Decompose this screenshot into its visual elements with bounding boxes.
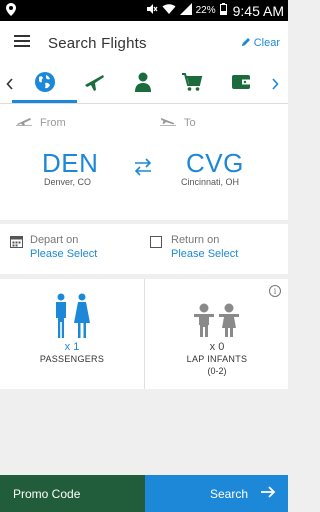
clear-label: Clear [253, 37, 280, 49]
adult-passengers-selector[interactable]: x 1 PASSENGERS [0, 279, 144, 389]
signal-icon [179, 3, 192, 18]
promo-code-button[interactable]: Promo Code [0, 475, 145, 512]
chevron-right-icon [271, 74, 279, 95]
location-icon [6, 2, 16, 19]
swap-arrows-icon [132, 158, 154, 181]
wallet-icon [231, 73, 251, 96]
calendar-icon [10, 235, 23, 260]
page-title: Search Flights [48, 34, 147, 52]
return-date-field[interactable]: Return on Please Select [150, 234, 238, 260]
landing-icon [160, 116, 176, 129]
tab-flights[interactable] [69, 65, 118, 103]
status-bar: 22% 9:45 AM [0, 0, 288, 21]
tab-cart[interactable] [167, 65, 216, 103]
route-card: From To DEN Denver, CO CVG Cincinnati, O… [0, 104, 288, 220]
battery-icon [219, 3, 227, 18]
clock: 9:45 AM [232, 2, 284, 19]
origin-code[interactable]: DEN [42, 148, 98, 179]
takeoff-icon [16, 116, 32, 129]
category-tabs [0, 65, 288, 103]
airplane-icon [83, 72, 105, 97]
promo-code-label: Promo Code [13, 486, 81, 501]
dates-card: Depart on Please Select Return on Please… [0, 224, 288, 274]
clear-button[interactable]: Clear [241, 37, 280, 50]
cart-icon [181, 72, 203, 97]
adult-label: PASSENGERS [39, 354, 105, 364]
infant-label: LAP INFANTS [186, 354, 248, 364]
tab-profile[interactable] [118, 65, 167, 103]
arrow-right-icon [260, 485, 276, 502]
tab-globe[interactable] [12, 65, 77, 103]
person-icon [134, 72, 152, 97]
to-label-group: To [160, 116, 196, 129]
app-bar: Search Flights Clear [0, 21, 288, 65]
search-label: Search [209, 486, 248, 501]
menu-button[interactable] [0, 21, 44, 65]
depart-value: Please Select [30, 248, 98, 260]
from-label: From [40, 116, 66, 129]
mute-icon [146, 3, 158, 18]
destination-code[interactable]: CVG [186, 148, 244, 179]
lap-infants-selector[interactable]: i x 0 LAP INFANTS (0-2) [145, 279, 289, 389]
origin-city: Denver, CO [44, 177, 92, 187]
to-label: To [184, 116, 196, 129]
destination-city: Cincinnati, OH [181, 177, 240, 187]
swap-route-button[interactable] [132, 157, 154, 182]
depart-label: Depart on [30, 234, 79, 246]
tabs-scroll-left[interactable] [0, 65, 20, 103]
hamburger-icon [14, 34, 30, 52]
battery-percent: 22% [195, 5, 216, 16]
depart-date-field[interactable]: Depart on Please Select [10, 234, 97, 260]
from-label-group: From [16, 116, 66, 129]
wifi-icon [162, 3, 176, 18]
globe-icon [34, 71, 56, 98]
infant-age-range: (0-2) [207, 366, 227, 376]
tab-wallet[interactable] [216, 65, 265, 103]
search-button[interactable]: Search [145, 475, 288, 512]
return-checkbox[interactable] [150, 235, 162, 260]
return-value: Please Select [171, 248, 239, 260]
return-label: Return on [171, 234, 220, 246]
adult-passengers-icon [0, 293, 144, 339]
pencil-icon [241, 37, 251, 50]
bottom-action-bar: Promo Code Search [0, 475, 288, 512]
lap-infants-icon [145, 293, 289, 339]
passengers-card: x 1 PASSENGERS i x 0 LAP INFANTS (0-2) [0, 279, 288, 389]
chevron-left-icon [6, 74, 14, 95]
info-icon[interactable]: i [269, 285, 281, 297]
infant-count: x 0 [209, 341, 225, 353]
tabs-scroll-right[interactable] [265, 65, 285, 103]
adult-count: x 1 [64, 341, 80, 353]
